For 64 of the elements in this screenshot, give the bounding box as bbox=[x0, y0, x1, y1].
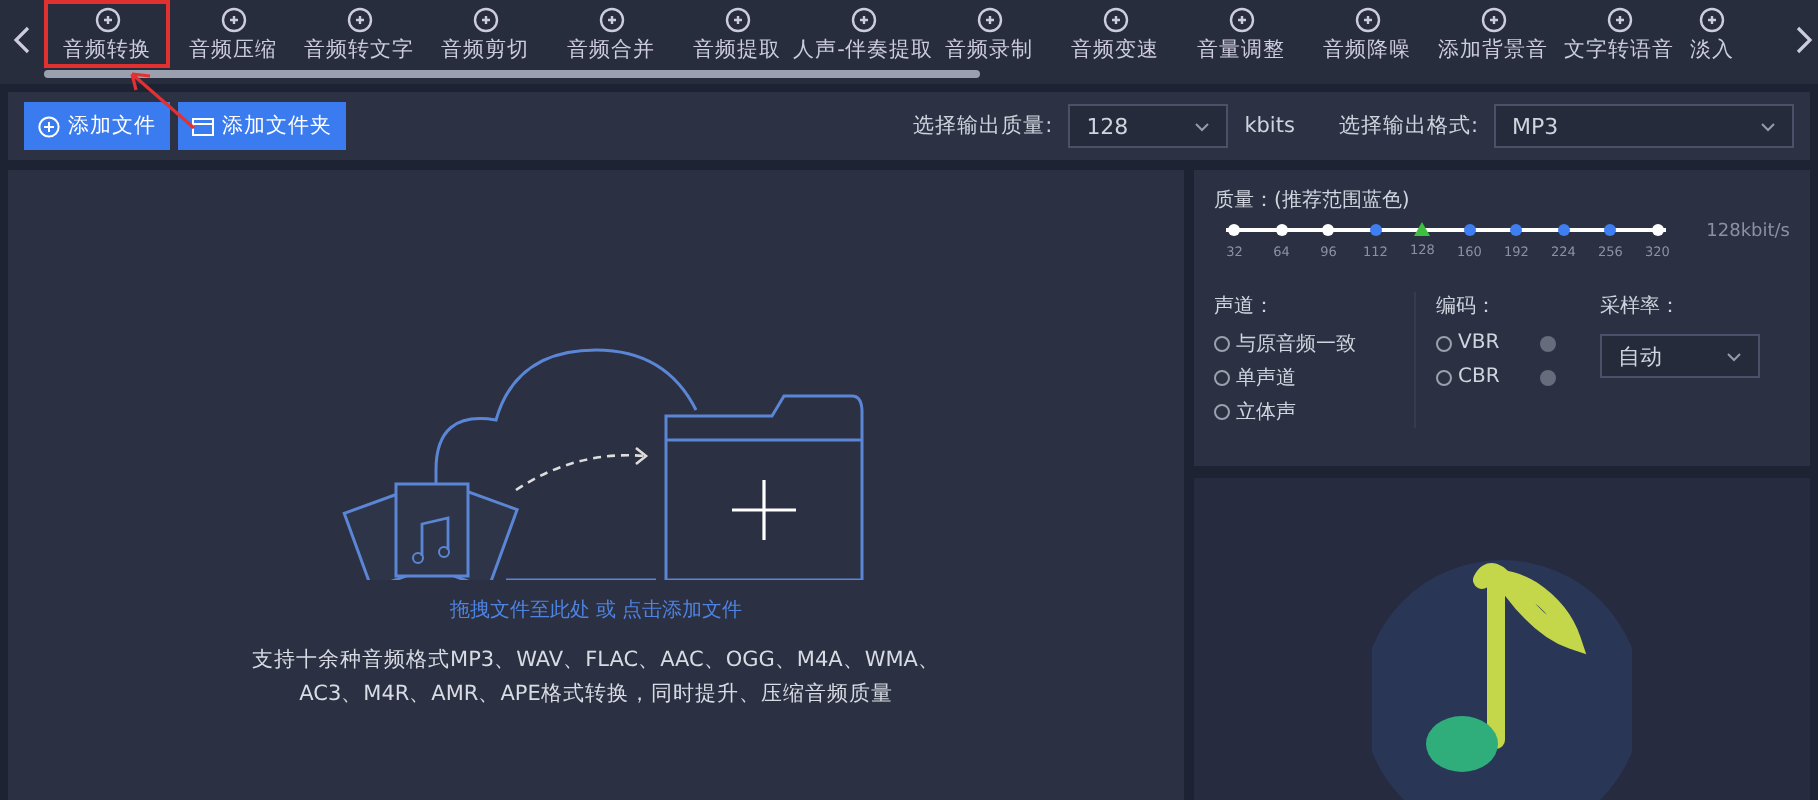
tool-tab[interactable]: 音量调整 bbox=[1178, 0, 1304, 68]
chevron-down-icon bbox=[1194, 121, 1211, 131]
tool-icon bbox=[219, 5, 247, 33]
tool-tab[interactable]: 文字转语音 bbox=[1556, 0, 1682, 68]
info-icon[interactable] bbox=[1539, 369, 1556, 385]
tool-icon bbox=[723, 5, 751, 33]
tool-tab[interactable]: 音频降噪 bbox=[1304, 0, 1430, 68]
drop-zone-panel[interactable]: 拖拽文件至此处 或 点击添加文件 支持十余种音频格式MP3、WAV、FLAC、AAC、OGG、M4A、WMA、AC3、M4R、AMR、APE格式转换，同时提升、压缩音频质量 bbox=[8, 170, 1184, 800]
slider-stop[interactable] bbox=[1369, 224, 1382, 236]
tool-icon bbox=[1698, 5, 1726, 33]
tool-icon bbox=[597, 5, 625, 33]
tool-icon bbox=[93, 5, 121, 33]
tool-tab[interactable]: 音频合并 bbox=[548, 0, 674, 68]
encoding-radio[interactable]: CBR bbox=[1436, 360, 1500, 394]
tool-tab[interactable]: 音频转换 bbox=[44, 0, 170, 68]
quality-title: 质量：(推荐范围蓝色) bbox=[1214, 187, 1412, 214]
slider-stop[interactable] bbox=[1228, 224, 1241, 236]
encoding-title: 编码： bbox=[1436, 293, 1498, 320]
slider-stop[interactable] bbox=[1322, 224, 1335, 236]
slider-stop[interactable] bbox=[1651, 224, 1664, 236]
encoding-radio[interactable]: VBR bbox=[1436, 326, 1500, 360]
slider-stop[interactable] bbox=[1510, 224, 1523, 236]
tool-tab[interactable]: 淡入 bbox=[1682, 0, 1742, 68]
chevron-down-icon bbox=[1760, 121, 1776, 131]
channel-radio[interactable]: 立体声 bbox=[1214, 394, 1414, 428]
slider-stop[interactable] bbox=[1275, 224, 1288, 236]
tool-icon bbox=[1101, 5, 1129, 33]
quality-label: 选择输出质量: bbox=[913, 112, 1053, 140]
tool-icon bbox=[1479, 5, 1507, 33]
slider-stop[interactable] bbox=[1557, 224, 1570, 236]
plus-circle-icon bbox=[38, 115, 60, 137]
tool-icon bbox=[1605, 5, 1633, 33]
tool-tab[interactable]: 音频转文字 bbox=[296, 0, 422, 68]
format-dropdown[interactable]: MP3 bbox=[1494, 104, 1794, 148]
quality-dropdown[interactable]: 128 bbox=[1068, 104, 1229, 148]
unit-label: kbits bbox=[1244, 114, 1295, 138]
tool-icon bbox=[849, 5, 877, 33]
add-file-button[interactable]: 添加文件 bbox=[24, 102, 170, 150]
chevron-down-icon bbox=[1726, 351, 1742, 361]
tool-tab[interactable]: 添加背景音 bbox=[1430, 0, 1556, 68]
supported-formats-text: 支持十余种音频格式MP3、WAV、FLAC、AAC、OGG、M4A、WMA、AC3、M4R、AMR、APE格式转换，同时提升、压缩音频质量 bbox=[250, 646, 942, 710]
channel-radio[interactable]: 单声道 bbox=[1214, 360, 1414, 394]
sample-rate-dropdown[interactable]: 自动 bbox=[1600, 334, 1760, 378]
sample-rate-title: 采样率： bbox=[1600, 293, 1682, 320]
tool-icon bbox=[471, 5, 499, 33]
tool-icon bbox=[345, 5, 373, 33]
format-label: 选择输出格式: bbox=[1338, 112, 1478, 140]
tool-tab[interactable]: 音频压缩 bbox=[170, 0, 296, 68]
channel-title: 声道： bbox=[1214, 293, 1276, 320]
tool-icon bbox=[975, 5, 1003, 33]
tool-icon bbox=[1227, 5, 1255, 33]
info-icon[interactable] bbox=[1539, 335, 1556, 351]
add-folder-button[interactable]: 添加文件夹 bbox=[178, 102, 346, 150]
tool-tab[interactable]: 音频变速 bbox=[1052, 0, 1178, 68]
scrollbar[interactable] bbox=[44, 70, 980, 78]
folder-icon bbox=[192, 115, 214, 137]
tool-icon bbox=[1353, 5, 1381, 33]
tool-tab[interactable]: 音频剪切 bbox=[422, 0, 548, 68]
slider-stop[interactable] bbox=[1463, 224, 1476, 236]
slider-thumb[interactable] bbox=[1414, 222, 1431, 236]
channel-radio[interactable]: 与原音频一致 bbox=[1214, 326, 1414, 360]
bitrate-reading: 128kbit/s bbox=[1706, 222, 1790, 242]
slider-stop[interactable] bbox=[1604, 224, 1617, 236]
drop-hint-link[interactable]: 拖拽文件至此处 或 点击添加文件 bbox=[449, 596, 743, 624]
